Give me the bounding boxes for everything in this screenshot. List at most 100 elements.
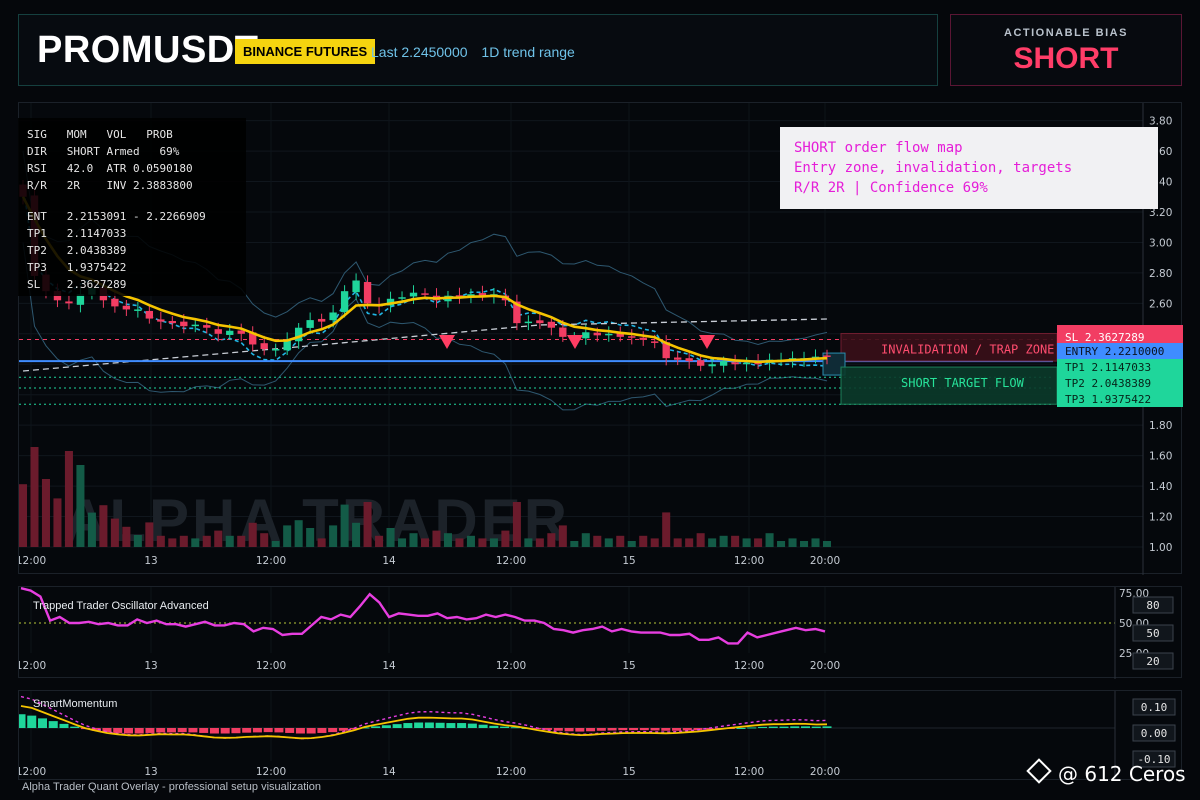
candle-body — [582, 332, 590, 339]
momentum-bar — [37, 718, 48, 728]
momentum-bar — [209, 728, 219, 734]
momentum-bar — [553, 728, 563, 731]
volume-bar — [409, 533, 418, 547]
momentum-bar — [596, 728, 606, 731]
level-badge-text: 50 — [1146, 627, 1159, 640]
volume-bar — [237, 535, 246, 547]
volume-bar — [524, 538, 533, 547]
candle-body — [559, 327, 567, 337]
volume-bar — [639, 535, 648, 547]
momentum-bar — [446, 723, 456, 728]
volume-bar — [432, 530, 441, 547]
volume-bar — [650, 538, 659, 547]
momentum-bar — [747, 727, 757, 729]
momentum-bar — [242, 728, 252, 733]
candle-body — [203, 325, 211, 328]
momentum-bar — [113, 728, 123, 733]
stats-row: TP2 2.0438389 — [27, 244, 127, 257]
short-signal-icon — [699, 335, 715, 349]
oscillator-panel[interactable]: Trapped Trader Oscillator Advanced 75.00 5… — [18, 586, 1183, 679]
volume-bar — [294, 520, 303, 547]
x-tick-label: 12:00 — [256, 555, 286, 567]
stats-row: R/R 2R INV 2.3883800 — [27, 179, 193, 192]
momentum-bar — [70, 726, 80, 728]
volume-bar — [512, 502, 521, 547]
x-tick-label: 15 — [622, 766, 635, 778]
momentum-bar — [306, 728, 316, 734]
level-badge-text: 80 — [1146, 599, 1159, 612]
x-tick-label: 14 — [382, 555, 396, 567]
volume-bar — [627, 541, 636, 547]
volume-bar — [535, 538, 544, 547]
volume-bar — [822, 541, 832, 547]
x-tick-label: 13 — [144, 660, 157, 672]
volume-bar — [478, 538, 487, 547]
x-tick-label: 12:00 — [256, 766, 286, 778]
momentum-bar — [736, 728, 746, 729]
oscillator-chart[interactable]: Trapped Trader Oscillator Advanced75.005… — [19, 587, 1183, 679]
volume-bar — [133, 535, 142, 547]
header-panel: PROMUSDT BINANCE FUTURES Last 2.2450000 … — [18, 14, 938, 86]
y-tick-label: 1.40 — [1149, 481, 1172, 493]
candle-body — [157, 319, 165, 322]
candle-body — [145, 310, 154, 319]
momentum-bar — [392, 724, 402, 728]
candle-body — [639, 337, 647, 340]
candle-body — [180, 321, 188, 327]
range-label: 1D trend range — [481, 44, 575, 60]
volume-bar — [202, 535, 211, 547]
momentum-bar — [123, 728, 133, 734]
volume-bar — [225, 535, 234, 547]
momentum-bar — [768, 726, 778, 728]
volume-bar — [145, 522, 154, 547]
volume-bar — [811, 538, 820, 547]
momentum-bar — [134, 728, 144, 734]
volume-bar — [558, 525, 567, 547]
x-tick-label: 12:00 — [734, 660, 764, 672]
volume-bar — [30, 447, 39, 547]
candle-body — [340, 291, 349, 313]
momentum-bar — [414, 722, 424, 728]
candle-body — [708, 364, 716, 367]
volume-bar — [731, 535, 740, 547]
oscillator-title: Trapped Trader Oscillator Advanced — [33, 600, 209, 612]
candle-body — [605, 333, 613, 336]
candle-body — [237, 330, 245, 334]
short-signal-icon — [439, 335, 455, 349]
momentum-chart[interactable]: SmartMomentum 0.100.00-0.1012:00 13 12:00 14… — [19, 691, 1183, 781]
volume-bar — [662, 512, 671, 547]
momentum-bar — [177, 728, 187, 733]
short-signal-icon — [567, 335, 583, 349]
volume-bar — [191, 538, 200, 547]
volume-bar — [99, 505, 108, 547]
invalidation-zone-label: INVALIDATION / TRAP ZONE — [881, 342, 1054, 356]
candle-body — [409, 292, 418, 297]
momentum-bar — [285, 728, 295, 733]
x-tick-label: 13 — [144, 555, 157, 567]
momentum-bar — [424, 722, 434, 728]
oscillator-line — [20, 587, 826, 645]
candle-body — [352, 280, 360, 293]
x-tick-label: 12:00 — [734, 766, 764, 778]
candle-body — [122, 305, 131, 310]
candle-body — [65, 301, 73, 304]
last-price-label: Last 2.2450000 — [371, 44, 468, 60]
volume-bar — [455, 538, 464, 547]
bias-value: SHORT — [1013, 42, 1119, 75]
momentum-bar — [27, 715, 37, 728]
x-tick-label: 12:00 — [19, 660, 46, 672]
volume-bar — [156, 535, 165, 547]
candle-body — [674, 357, 682, 360]
credit: @ 612 Ceros — [1026, 758, 1186, 786]
momentum-bar — [758, 726, 768, 728]
candle-body — [168, 320, 176, 324]
momentum-bar — [48, 721, 58, 728]
volume-bar — [248, 522, 257, 547]
momentum-bar — [629, 728, 639, 731]
level-badge-text: SL 2.3627289 — [1065, 331, 1144, 344]
momentum-bar — [295, 728, 305, 734]
level-badge-text: TP3 1.9375422 — [1065, 393, 1151, 406]
momentum-panel[interactable]: SmartMomentum 0.10 0.00 -0.10 12:00 13 12:00 14… — [18, 690, 1183, 781]
symbol-title: PROMUSDT — [37, 29, 259, 71]
candle-body — [306, 320, 314, 328]
